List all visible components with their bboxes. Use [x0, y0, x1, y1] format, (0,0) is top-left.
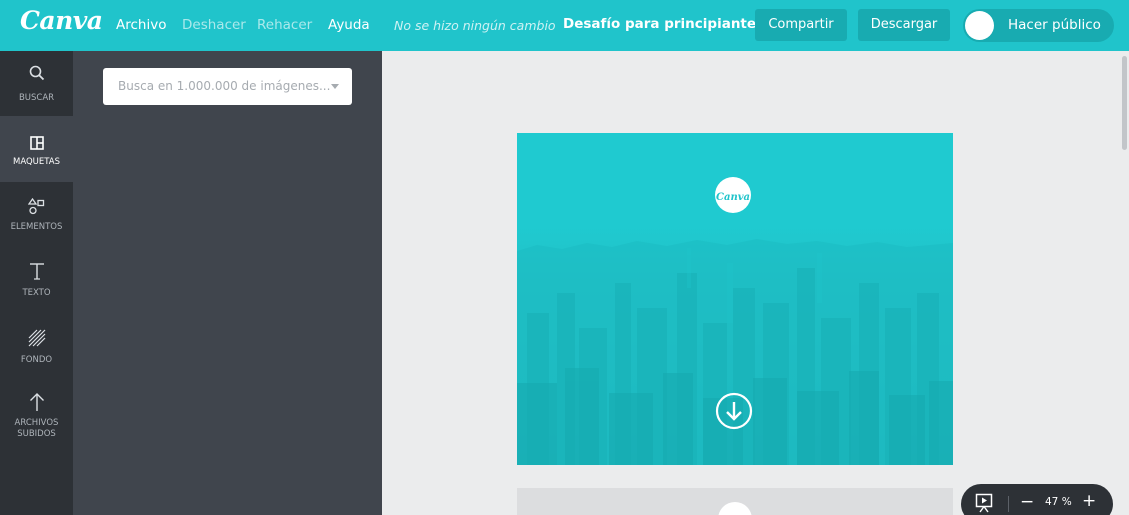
- publish-toggle[interactable]: Hacer público: [963, 9, 1114, 42]
- scrollbar-thumb[interactable]: [1122, 56, 1127, 150]
- menu-undo[interactable]: Deshacer: [182, 17, 246, 33]
- download-button[interactable]: Descargar: [858, 9, 950, 41]
- design-page-2[interactable]: [517, 488, 953, 515]
- menu-redo[interactable]: Rehacer: [257, 17, 312, 33]
- menu-file[interactable]: Archivo: [116, 17, 166, 33]
- side-rail: BUSCAR MAQUETAS ELEMENTOS TEXTO FONDO AR…: [0, 51, 73, 515]
- rail-item-text[interactable]: TEXTO: [0, 248, 73, 314]
- share-button[interactable]: Compartir: [755, 9, 847, 41]
- upload-icon: [0, 392, 73, 416]
- rail-item-layouts[interactable]: MAQUETAS: [0, 116, 73, 182]
- zoom-level: 47 %: [1045, 496, 1072, 508]
- search-icon: [0, 65, 73, 85]
- publish-label: Hacer público: [1008, 17, 1101, 33]
- vertical-scrollbar[interactable]: [1120, 51, 1129, 515]
- page2-logo-badge: [718, 502, 752, 515]
- menu-help[interactable]: Ayuda: [328, 17, 370, 33]
- save-status: No se hizo ningún cambio: [394, 18, 556, 33]
- rail-label-search: BUSCAR: [18, 93, 55, 103]
- layout-icon: [0, 135, 73, 154]
- rail-item-uploads[interactable]: ARCHIVOS SUBIDOS: [0, 380, 73, 460]
- shapes-icon: [0, 197, 73, 220]
- zoom-in-button[interactable]: +: [1082, 492, 1096, 510]
- chevron-down-icon[interactable]: [331, 84, 339, 89]
- side-panel: Busca en 1.000.000 de imágenes...: [73, 51, 382, 515]
- image-search-input[interactable]: Busca en 1.000.000 de imágenes...: [103, 68, 352, 105]
- toggle-knob: [965, 11, 994, 40]
- zoom-divider: [1008, 496, 1009, 512]
- rail-item-elements[interactable]: ELEMENTOS: [0, 182, 73, 248]
- rail-label-text: TEXTO: [22, 288, 51, 298]
- rail-item-search[interactable]: BUSCAR: [0, 51, 73, 117]
- rail-label-elements: ELEMENTOS: [10, 222, 63, 232]
- rail-label-background: FONDO: [20, 355, 53, 365]
- document-title[interactable]: Desafío para principiantes: [563, 16, 764, 32]
- design-page-1[interactable]: Canva: [517, 133, 953, 465]
- zoom-out-button[interactable]: −: [1020, 493, 1034, 511]
- rail-item-background[interactable]: FONDO: [0, 314, 73, 380]
- background-icon: [0, 329, 73, 351]
- design-logo-text: Canva: [716, 192, 750, 203]
- design-logo-badge[interactable]: Canva: [715, 177, 751, 213]
- zoom-controls: − 47 % +: [961, 484, 1113, 515]
- present-icon[interactable]: [975, 493, 993, 515]
- search-placeholder: Busca en 1.000.000 de imágenes...: [118, 79, 331, 93]
- rail-label-layouts: MAQUETAS: [12, 157, 61, 167]
- rail-label-uploads-2: SUBIDOS: [17, 429, 56, 439]
- text-icon: [0, 262, 73, 284]
- canva-logo[interactable]: Canva: [20, 6, 103, 35]
- top-bar: Canva Archivo Deshacer Rehacer Ayuda No …: [0, 0, 1129, 51]
- rail-label-uploads: ARCHIVOS: [14, 418, 59, 428]
